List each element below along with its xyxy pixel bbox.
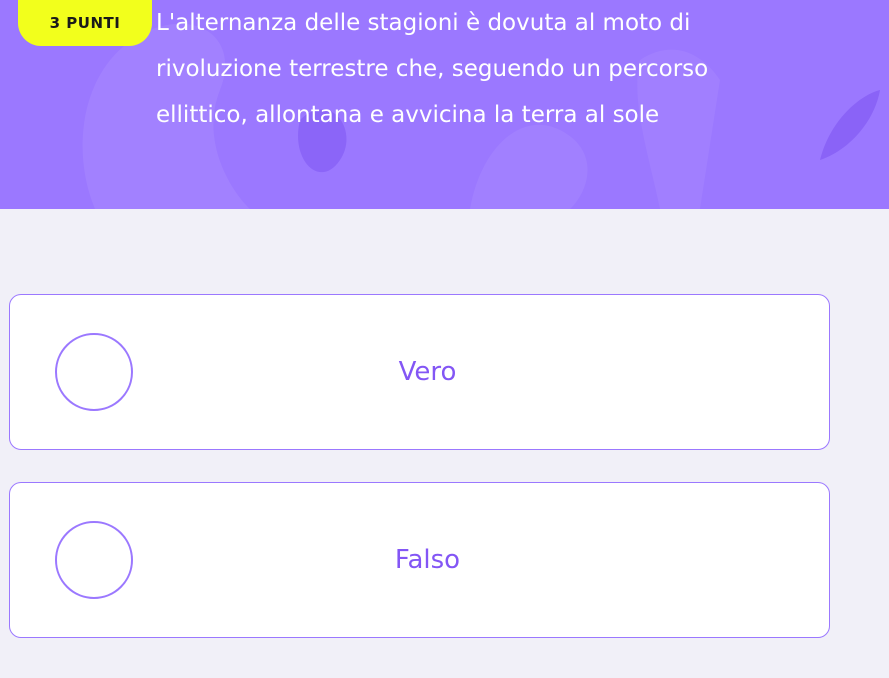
question-line: L'alternanza delle stagioni è dovuta al … <box>156 10 691 36</box>
question-header: 3 PUNTI L'alternanza delle stagioni è do… <box>0 0 889 209</box>
question-text: L'alternanza delle stagioni è dovuta al … <box>156 0 846 138</box>
answer-option-vero[interactable]: Vero <box>9 294 830 450</box>
answer-option-falso[interactable]: Falso <box>9 482 830 638</box>
points-badge: 3 PUNTI <box>18 0 152 46</box>
question-line: ellittico, allontana e avvicina la terra… <box>156 102 660 128</box>
answer-label-vero: Vero <box>398 357 457 387</box>
question-line: rivoluzione terrestre che, seguendo un p… <box>156 56 709 82</box>
answer-label-falso: Falso <box>394 545 461 575</box>
